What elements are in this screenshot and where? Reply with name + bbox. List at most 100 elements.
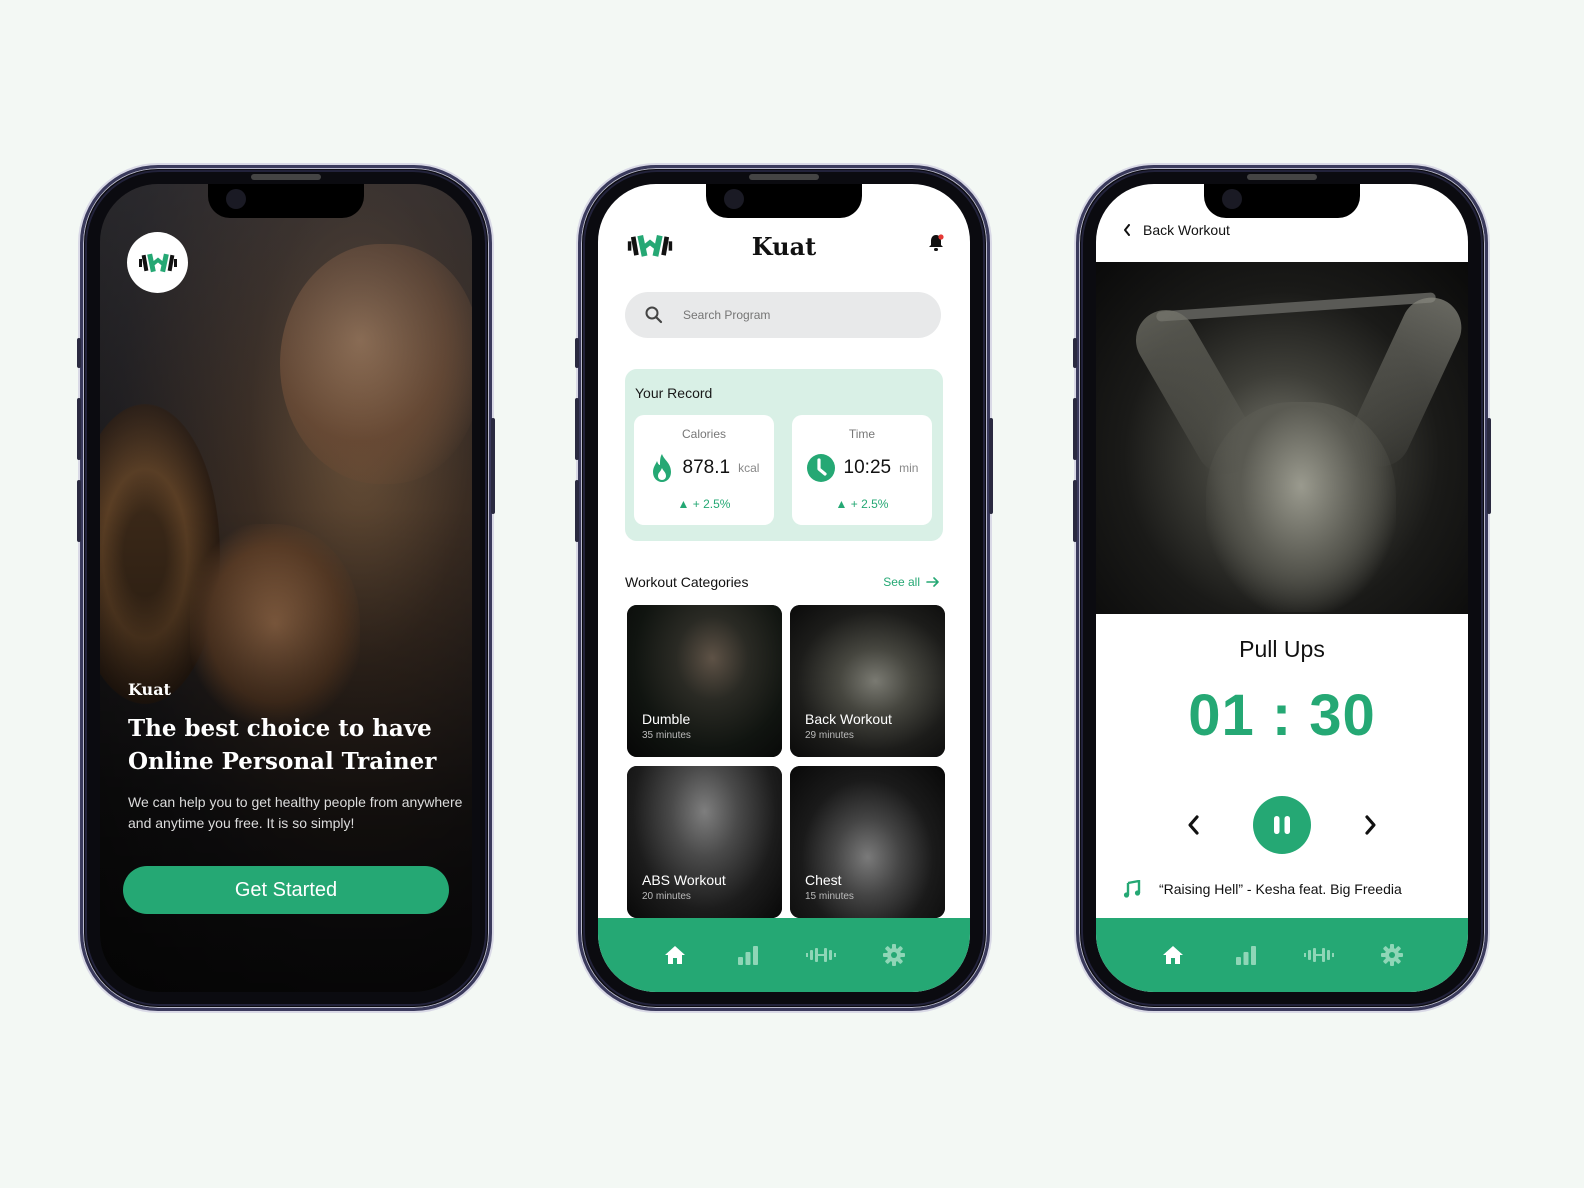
calories-unit: kcal bbox=[738, 461, 760, 475]
mute-switch bbox=[77, 338, 81, 368]
onboarding-screen: Kuat The best choice to have Online Pers… bbox=[100, 184, 472, 992]
tab-home[interactable] bbox=[1153, 940, 1193, 970]
see-all-label: See all bbox=[883, 575, 920, 589]
categories-header: Workout Categories See all bbox=[625, 574, 940, 590]
next-button[interactable] bbox=[1361, 810, 1381, 840]
chevron-left-icon bbox=[1124, 224, 1130, 236]
category-duration: 15 minutes bbox=[805, 891, 854, 902]
category-duration: 20 minutes bbox=[642, 891, 691, 902]
pause-icon bbox=[1274, 816, 1290, 834]
bar-chart-icon bbox=[737, 946, 758, 965]
category-name: Chest bbox=[805, 872, 842, 888]
category-grid: Dumble 35 minutes Back Workout 29 minute… bbox=[627, 605, 945, 918]
category-name: Dumble bbox=[642, 711, 691, 727]
flame-icon bbox=[652, 454, 671, 482]
see-all-link[interactable]: See all bbox=[883, 575, 940, 589]
calories-value: 878.1 bbox=[682, 457, 731, 478]
category-card-abs-workout[interactable]: ABS Workout 20 minutes bbox=[627, 766, 782, 918]
mute-switch bbox=[575, 338, 579, 368]
search-bar[interactable] bbox=[625, 292, 941, 338]
tab-home[interactable] bbox=[655, 940, 695, 970]
bell-icon bbox=[929, 234, 944, 251]
notch bbox=[706, 184, 862, 218]
home-screen: Kuat Your Record Calories bbox=[598, 184, 970, 992]
power-button bbox=[1487, 418, 1491, 514]
app-title: Kuat bbox=[751, 232, 817, 261]
speaker bbox=[749, 174, 819, 180]
category-card-dumble[interactable]: Dumble 35 minutes bbox=[627, 605, 782, 757]
record-title: Your Record bbox=[635, 385, 713, 401]
subtitle: We can help you to get healthy people fr… bbox=[128, 794, 463, 831]
volume-down-button bbox=[77, 480, 81, 542]
tab-workout[interactable] bbox=[801, 940, 841, 970]
calories-card[interactable]: Calories 878.1 kcal ▲ + 2.5% bbox=[634, 415, 774, 525]
gear-icon bbox=[882, 944, 905, 966]
category-duration: 29 minutes bbox=[805, 730, 854, 741]
gear-icon bbox=[1380, 944, 1403, 966]
chevron-right-icon bbox=[1365, 815, 1376, 835]
notification-button[interactable] bbox=[928, 234, 944, 257]
headline: The best choice to have Online Personal … bbox=[128, 715, 437, 775]
time-card[interactable]: Time 10:25 min ▲ + 2.5% bbox=[792, 415, 932, 525]
home-icon bbox=[664, 946, 685, 964]
tab-stats[interactable] bbox=[728, 940, 768, 970]
categories-title: Workout Categories bbox=[625, 574, 749, 590]
trend-up-icon: ▲ bbox=[835, 497, 848, 511]
back-link[interactable]: Back Workout bbox=[1123, 222, 1230, 238]
arrow-right-icon bbox=[926, 577, 939, 587]
volume-up-button bbox=[77, 398, 81, 460]
pause-button[interactable] bbox=[1253, 796, 1311, 854]
volume-up-button bbox=[575, 398, 579, 460]
previous-button[interactable] bbox=[1183, 810, 1203, 840]
song-title: “Raising Hell” - Kesha feat. Big Freedia bbox=[1159, 881, 1402, 897]
bottom-tab-bar bbox=[1096, 918, 1468, 992]
phone-home: Kuat Your Record Calories bbox=[575, 165, 993, 1011]
volume-down-button bbox=[1073, 480, 1077, 542]
category-card-back-workout[interactable]: Back Workout 29 minutes bbox=[790, 605, 945, 757]
chevron-left-icon bbox=[1188, 815, 1199, 835]
time-delta: ▲ + 2.5% bbox=[792, 497, 932, 511]
app-header: Kuat bbox=[598, 228, 970, 268]
notch bbox=[1204, 184, 1360, 218]
app-logo bbox=[127, 232, 188, 293]
stat-label: Calories bbox=[681, 427, 726, 441]
category-card-chest[interactable]: Chest 15 minutes bbox=[790, 766, 945, 918]
record-panel: Your Record Calories 878.1 kcal ▲ + 2.5% bbox=[625, 369, 943, 541]
mute-switch bbox=[1073, 338, 1077, 368]
tab-settings[interactable] bbox=[1372, 940, 1412, 970]
tab-workout[interactable] bbox=[1299, 940, 1339, 970]
dumbbell-icon bbox=[805, 948, 836, 962]
timer-display: 01 : 30 bbox=[1188, 683, 1376, 748]
category-duration: 35 minutes bbox=[642, 730, 691, 741]
bottom-tab-bar bbox=[598, 918, 970, 992]
back-label: Back Workout bbox=[1143, 222, 1230, 238]
speaker bbox=[251, 174, 321, 180]
time-value: 10:25 bbox=[843, 457, 892, 478]
tab-settings[interactable] bbox=[874, 940, 914, 970]
player-controls bbox=[1096, 796, 1468, 854]
trend-up-icon: ▲ bbox=[677, 497, 690, 511]
search-icon bbox=[645, 306, 663, 324]
search-input[interactable] bbox=[683, 308, 903, 322]
delta-text: + 2.5% bbox=[850, 497, 889, 511]
tab-stats[interactable] bbox=[1226, 940, 1266, 970]
volume-up-button bbox=[1073, 398, 1077, 460]
dumbbell-logo-icon bbox=[138, 253, 177, 272]
player-screen: Back Workout Pull Ups 01 : 30 “Raising H… bbox=[1096, 184, 1468, 992]
get-started-button[interactable]: Get Started bbox=[123, 866, 449, 914]
power-button bbox=[989, 418, 993, 514]
brand-name: Kuat bbox=[128, 680, 171, 699]
home-icon bbox=[1162, 946, 1183, 964]
power-button bbox=[491, 418, 495, 514]
clock-icon bbox=[806, 454, 835, 482]
exercise-photo bbox=[1096, 262, 1468, 614]
notch bbox=[208, 184, 364, 218]
delta-text: + 2.5% bbox=[692, 497, 731, 511]
speaker bbox=[1247, 174, 1317, 180]
dumbbell-icon bbox=[1303, 948, 1334, 962]
stat-label: Time bbox=[848, 427, 876, 441]
now-playing[interactable]: “Raising Hell” - Kesha feat. Big Freedia bbox=[1123, 880, 1402, 898]
music-note-icon bbox=[1123, 880, 1141, 898]
phone-onboarding: Kuat The best choice to have Online Pers… bbox=[77, 165, 495, 1011]
volume-down-button bbox=[575, 480, 579, 542]
